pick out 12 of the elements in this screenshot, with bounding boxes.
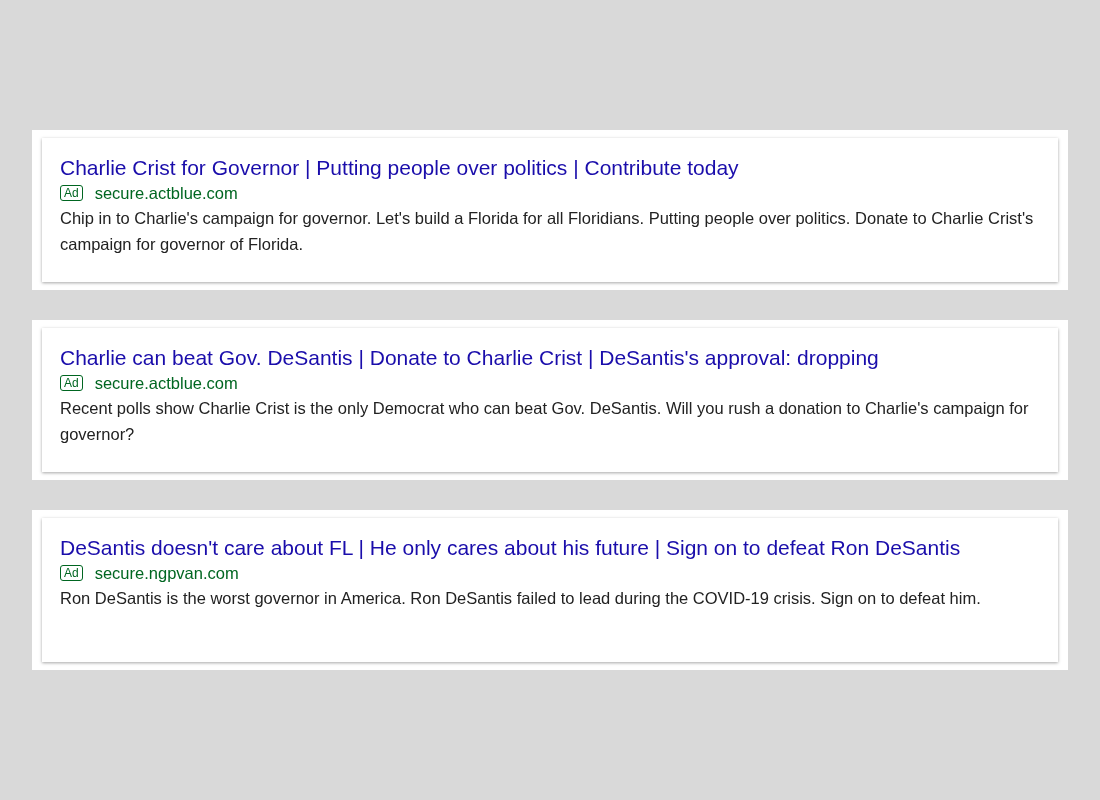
display-url: secure.actblue.com xyxy=(94,183,238,204)
ad-description: Ron DeSantis is the worst governor in America. Ron DeSantis failed to lead during the COVID-19 crisis. Sign on to defeat him. xyxy=(60,588,982,609)
display-url: secure.actblue.com xyxy=(94,373,238,394)
ad-title-link[interactable]: DeSantis doesn't care about FL | He only cares about his future | Sign on to defeat Ron DeSantis xyxy=(60,535,961,561)
ad-badge: Ad xyxy=(60,565,83,581)
ad-title-link[interactable]: Charlie can beat Gov. DeSantis | Donate to Charlie Crist | DeSantis's approval: dropping xyxy=(60,345,879,371)
ad-description: Chip in to Charlie's campaign for governor. Let's build a Florida for all Floridians. Putting people over politics. Donate to Charlie Crist's campaign for governor of Florida. xyxy=(60,208,1035,255)
ad-badge: Ad xyxy=(60,375,83,391)
ad-badge: Ad xyxy=(60,185,83,201)
ad-description: Recent polls show Charlie Crist is the only Democrat who can beat Gov. DeSantis. Will you rush a donation to Charlie's campaign for governor? xyxy=(60,398,1030,445)
display-url: secure.ngpvan.com xyxy=(94,563,239,584)
ad-title-link[interactable]: Charlie Crist for Governor | Putting people over politics | Contribute today xyxy=(60,155,739,181)
